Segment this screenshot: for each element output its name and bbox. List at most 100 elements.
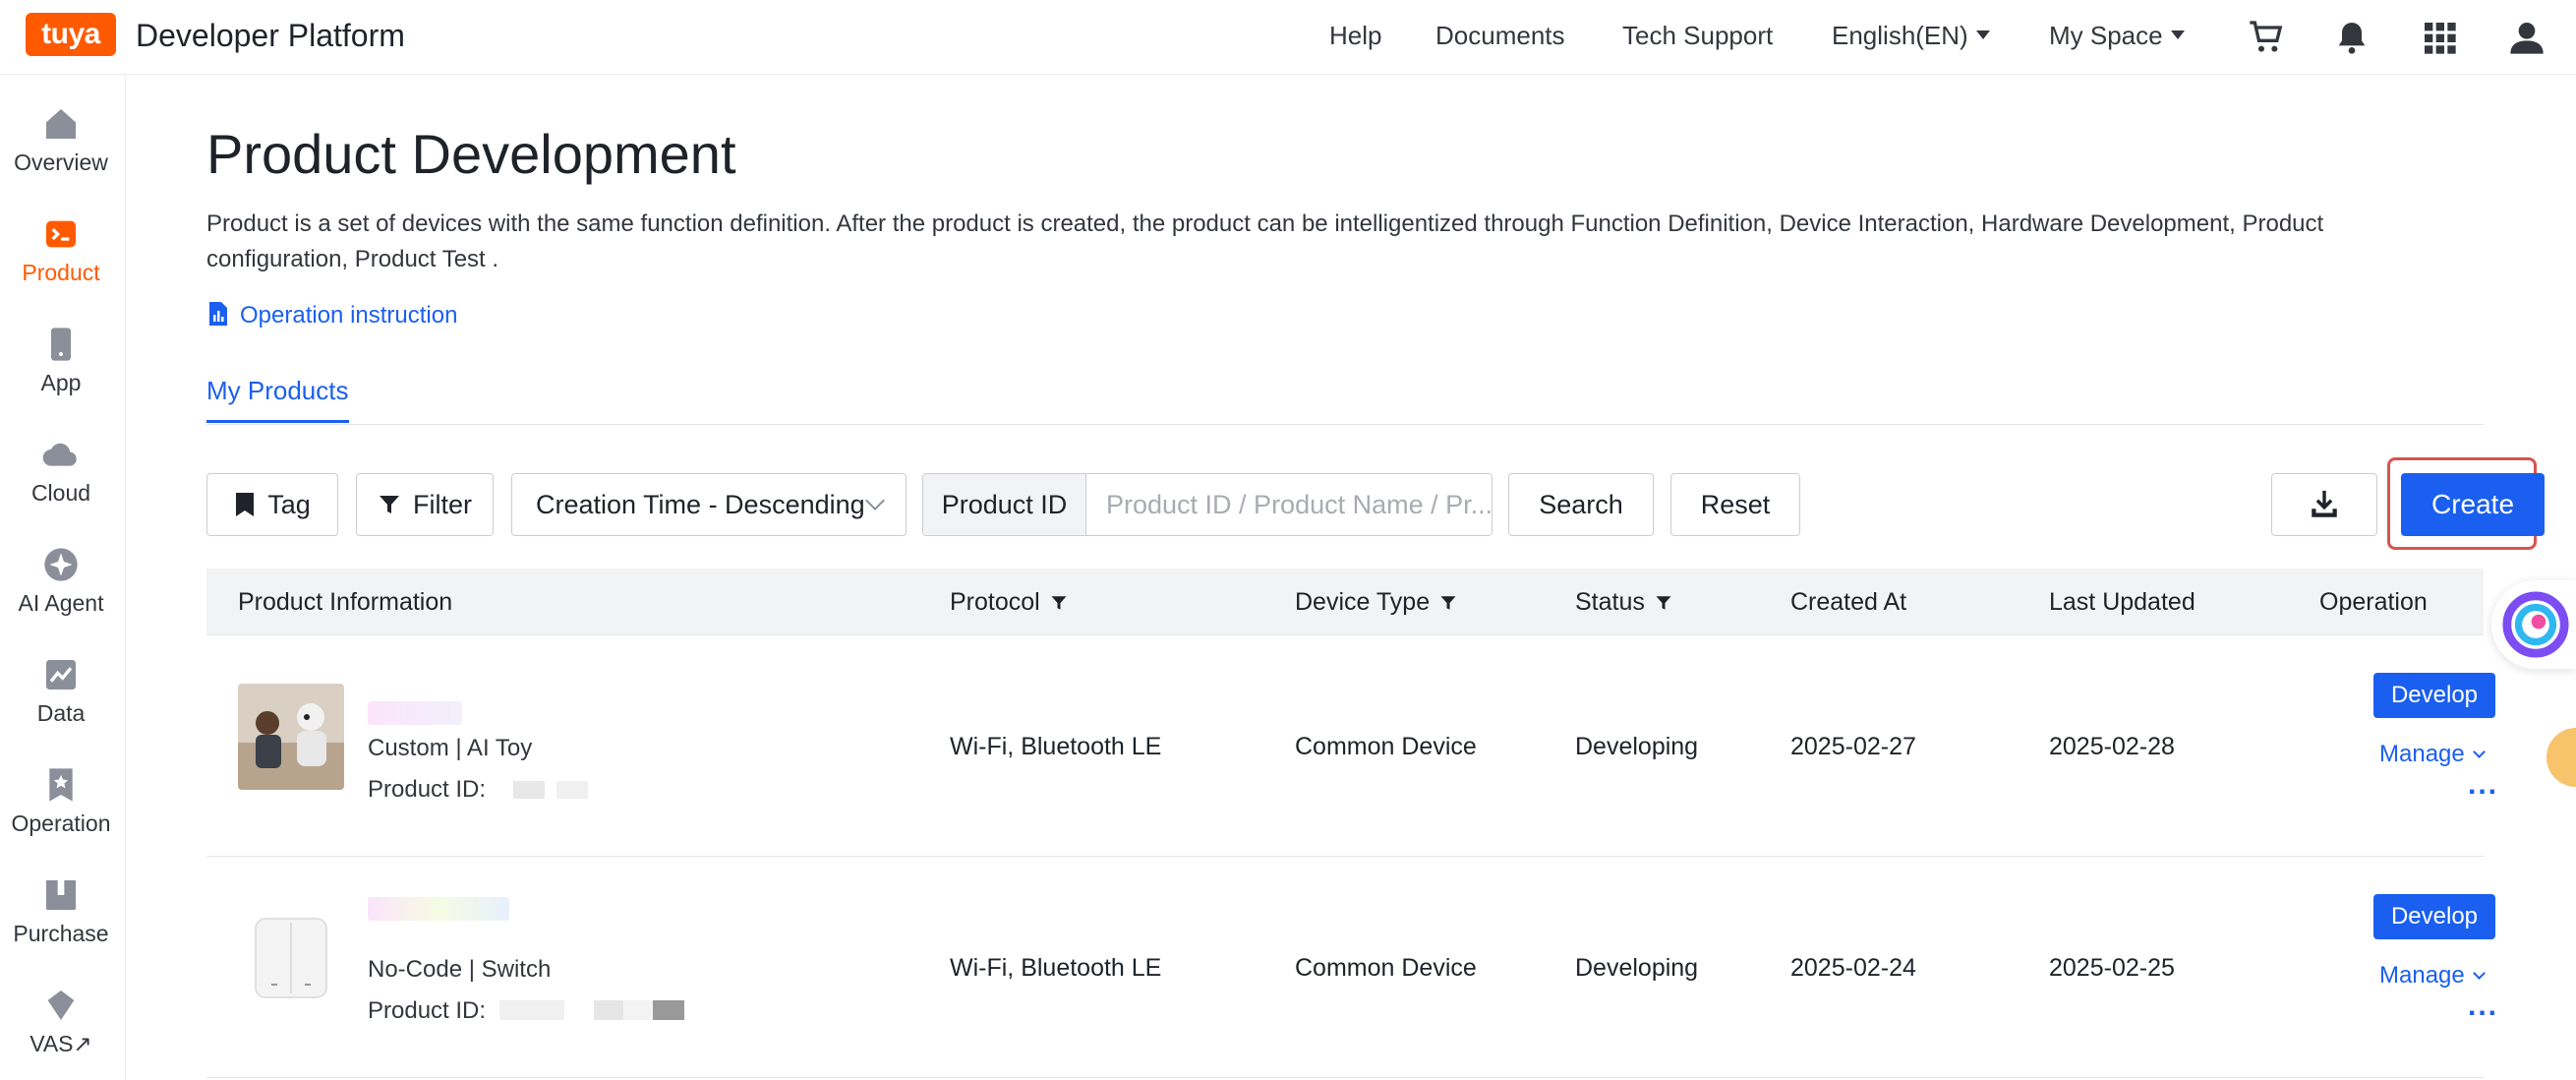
sidebar-item-label: Product	[22, 260, 100, 285]
product-id-redacted	[594, 1000, 624, 1020]
product-id-label: Product ID:	[368, 997, 685, 1025]
sidebar-item-label: App	[40, 370, 82, 395]
product-id-field-label[interactable]: Product ID	[923, 474, 1086, 535]
grid-apps-icon[interactable]	[2420, 18, 2459, 57]
chevron-down-icon	[2472, 746, 2486, 758]
product-thumbnail-switch[interactable]	[238, 905, 344, 1011]
sidebar-item-overview[interactable]: Overview	[0, 104, 122, 176]
sidebar-item-cloud[interactable]: Cloud	[0, 435, 122, 507]
product-thumbnail-ai-toy[interactable]	[238, 684, 344, 790]
sidebar-item-vas[interactable]: VAS↗	[0, 986, 122, 1057]
external-link-icon: ↗	[73, 1031, 92, 1056]
search-button[interactable]: Search	[1508, 473, 1654, 536]
product-category: No-Code | Switch	[368, 956, 552, 983]
product-id-text: Product ID:	[368, 776, 487, 803]
caret-down-icon	[2170, 30, 2185, 39]
product-id-redacted	[499, 1000, 565, 1020]
top-navigation-bar: tuya Developer Platform Help Documents T…	[0, 0, 2576, 75]
ai-assistant-logo-icon	[2502, 591, 2569, 658]
document-chart-icon	[209, 302, 227, 326]
product-id-redacted	[556, 781, 589, 799]
caret-down-icon	[1975, 30, 1990, 39]
sidebar-item-label: Cloud	[30, 480, 91, 506]
language-selector[interactable]: English(EN)	[1832, 21, 1990, 51]
reset-button[interactable]: Reset	[1670, 473, 1800, 536]
cloud-icon	[42, 443, 77, 466]
more-actions-button[interactable]: ...	[2468, 768, 2498, 802]
sparkle-icon	[44, 548, 78, 581]
nav-tech-support[interactable]: Tech Support	[1622, 21, 1773, 51]
filter-button-label: Filter	[413, 489, 472, 519]
nav-documents[interactable]: Documents	[1435, 21, 1565, 51]
created-at-cell: 2025-02-24	[1790, 954, 1916, 982]
operation-instruction-label: Operation instruction	[240, 302, 458, 329]
export-button[interactable]	[2271, 473, 2377, 536]
status-cell: Developing	[1575, 733, 1699, 760]
chevron-down-icon	[2472, 967, 2486, 980]
tuya-logo[interactable]: tuya	[26, 13, 116, 56]
bookmark-icon	[236, 493, 255, 516]
sidebar-item-app[interactable]: App	[0, 325, 122, 396]
nav-help[interactable]: Help	[1329, 21, 1381, 51]
column-protocol-label: Protocol	[950, 588, 1040, 616]
column-device-type[interactable]: Device Type	[1295, 588, 1457, 617]
page-description: Product is a set of devices with the sam…	[206, 210, 2324, 272]
product-id-search-group: Product ID	[922, 473, 1493, 536]
tag-button[interactable]: Tag	[206, 473, 338, 536]
phone-icon	[51, 328, 71, 361]
filter-icon	[1440, 596, 1456, 610]
my-space-selector[interactable]: My Space	[2049, 21, 2185, 51]
column-operation: Operation	[2319, 588, 2428, 616]
sidebar-item-ai-agent[interactable]: AI Agent	[0, 545, 122, 617]
sort-select[interactable]: Creation Time - Descending	[511, 473, 907, 536]
column-created-at: Created At	[1790, 588, 1907, 616]
status-cell: Developing	[1575, 954, 1699, 982]
device-type-cell: Common Device	[1295, 733, 1477, 760]
last-updated-cell: 2025-02-25	[2049, 954, 2175, 982]
cart-icon[interactable]	[2247, 18, 2286, 57]
sidebar-item-data[interactable]: Data	[0, 655, 122, 727]
sidebar: Overview Product App Cloud AI Agent Data…	[0, 75, 126, 1080]
sidebar-item-purchase[interactable]: Purchase	[0, 875, 122, 947]
manage-dropdown[interactable]: Manage	[2379, 741, 2486, 768]
user-icon[interactable]	[2507, 18, 2547, 57]
product-name-redacted	[368, 701, 462, 725]
sidebar-item-label: Overview	[14, 150, 108, 175]
table-row: No-Code | Switch Product ID: Wi-Fi, Blue…	[206, 858, 2496, 1078]
column-last-updated: Last Updated	[2049, 588, 2195, 616]
page-title: Product Development	[206, 123, 736, 185]
tab-my-products[interactable]: My Products	[206, 376, 349, 423]
product-id-redacted	[513, 781, 546, 799]
filter-icon	[380, 496, 399, 513]
sidebar-item-label: Operation	[11, 810, 111, 836]
manage-dropdown[interactable]: Manage	[2379, 962, 2486, 990]
ai-assistant-float-button[interactable]	[2491, 580, 2576, 669]
column-device-type-label: Device Type	[1295, 588, 1431, 616]
operation-instruction-link[interactable]: Operation instruction	[206, 301, 457, 330]
develop-button[interactable]: Develop	[2373, 894, 2495, 939]
column-status[interactable]: Status	[1575, 588, 1672, 617]
column-protocol[interactable]: Protocol	[950, 588, 1068, 617]
download-icon	[2312, 490, 2337, 517]
tab-divider	[206, 424, 2484, 425]
my-space-label: My Space	[2049, 21, 2163, 50]
bell-icon[interactable]	[2332, 18, 2371, 57]
sidebar-item-label: Purchase	[13, 921, 109, 946]
develop-button[interactable]: Develop	[2373, 673, 2495, 718]
protocol-cell: Wi-Fi, Bluetooth LE	[950, 954, 1162, 982]
column-product-information: Product Information	[238, 588, 453, 616]
product-id-label: Product ID:	[368, 776, 589, 804]
chart-icon	[46, 660, 76, 690]
product-search-input[interactable]	[1086, 474, 1492, 535]
sidebar-item-product[interactable]: Product	[0, 214, 122, 286]
create-button[interactable]: Create	[2401, 473, 2545, 536]
product-category: Custom | AI Toy	[368, 735, 533, 761]
more-actions-button[interactable]: ...	[2468, 990, 2498, 1023]
sidebar-item-label: VAS	[29, 1031, 74, 1056]
created-at-cell: 2025-02-27	[1790, 733, 1916, 760]
manage-label: Manage	[2379, 741, 2465, 767]
language-label: English(EN)	[1832, 21, 1968, 50]
filter-button[interactable]: Filter	[356, 473, 494, 536]
sidebar-item-operation[interactable]: Operation	[0, 765, 122, 837]
product-name-redacted	[368, 897, 509, 921]
